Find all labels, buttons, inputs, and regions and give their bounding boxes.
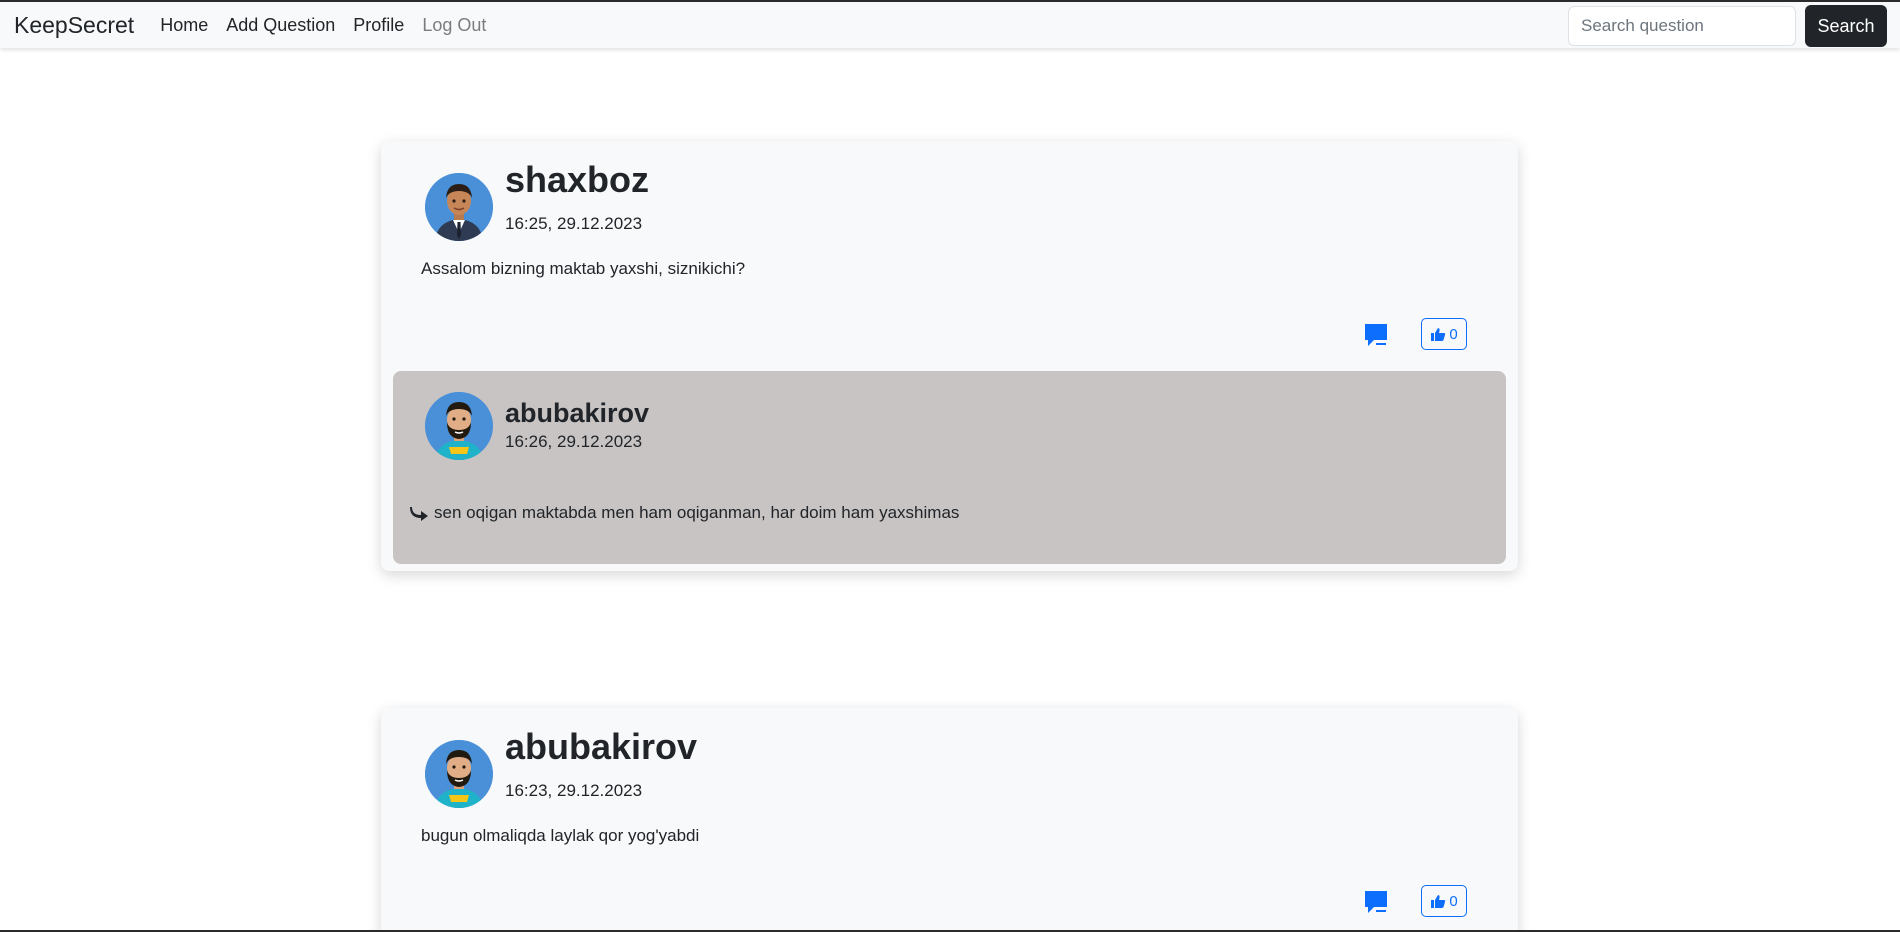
like-count: 0 (1449, 892, 1458, 910)
search-form: Search (1568, 5, 1900, 47)
reply-text: sen oqigan maktabda men ham oqiganman, h… (434, 503, 960, 522)
search-input[interactable] (1568, 6, 1796, 46)
like-count: 0 (1449, 325, 1458, 343)
nav-link-add-question[interactable]: Add Question (226, 15, 335, 36)
nav-link-profile[interactable]: Profile (353, 15, 404, 36)
post-timestamp: 16:23, 29.12.2023 (505, 781, 643, 800)
post-text: Assalom bizning maktab yaxshi, siznikich… (421, 259, 746, 278)
thumbs-up-icon (1431, 895, 1446, 908)
brand-logo[interactable]: KeepSecret (14, 12, 134, 39)
reply-arrow-icon (410, 507, 428, 521)
comment-icon[interactable] (1362, 321, 1390, 349)
like-button[interactable]: 0 (1421, 318, 1467, 350)
avatar-bearded-man-icon (425, 392, 493, 460)
avatar-bearded-man-icon (425, 740, 493, 808)
top-navbar: KeepSecret Home Add Question Profile Log… (0, 2, 1900, 48)
nav-link-log-out[interactable]: Log Out (422, 15, 486, 36)
avatar-businessman-icon (425, 173, 493, 241)
reply-card: abubakirov 16:26, 29.12.2023 sen oqigan … (393, 371, 1506, 564)
like-button[interactable]: 0 (1421, 885, 1467, 917)
app-window: KeepSecret Home Add Question Profile Log… (0, 0, 1900, 932)
post-author: abubakirov (505, 726, 698, 767)
question-card: abubakirov 16:23, 29.12.2023 bugun olmal… (381, 708, 1518, 930)
thumbs-up-icon (1431, 328, 1446, 341)
reply-timestamp: 16:26, 29.12.2023 (505, 432, 643, 451)
nav-link-home[interactable]: Home (160, 15, 208, 36)
post-author: shaxboz (505, 159, 650, 200)
search-button[interactable]: Search (1805, 5, 1887, 47)
question-card: shaxboz 16:25, 29.12.2023 Assalom biznin… (381, 141, 1518, 571)
post-timestamp: 16:25, 29.12.2023 (505, 214, 643, 233)
reply-body: sen oqigan maktabda men ham oqiganman, h… (410, 503, 959, 523)
reply-author: abubakirov (505, 398, 650, 428)
comment-icon[interactable] (1362, 888, 1390, 916)
post-text: bugun olmaliqda laylak qor yog'yabdi (421, 826, 700, 845)
